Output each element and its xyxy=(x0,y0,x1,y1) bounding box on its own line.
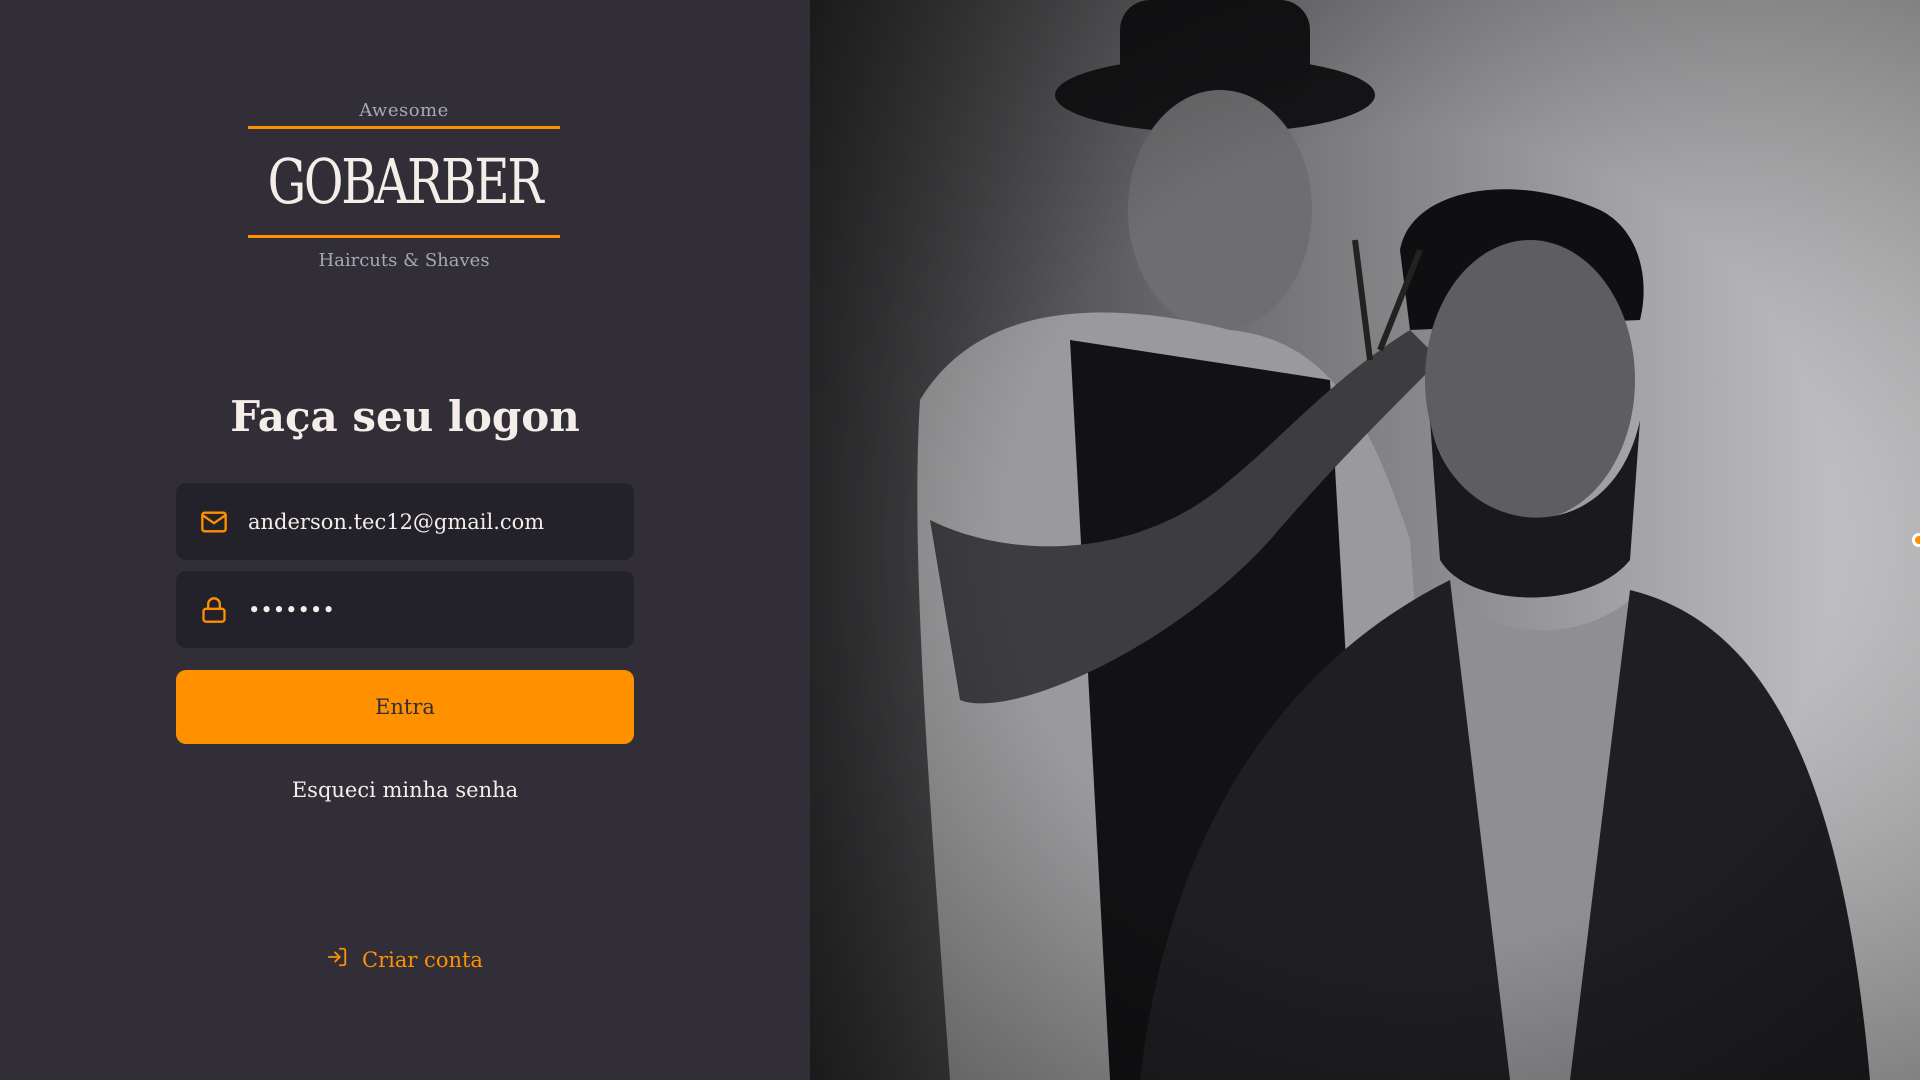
password-field[interactable] xyxy=(176,571,634,648)
mail-icon xyxy=(200,507,230,537)
login-page: Awesome GOBARBER Haircuts & Shaves Faça … xyxy=(0,0,1920,1080)
photo-vignette xyxy=(810,0,1920,1080)
logo-tagline-bottom: Haircuts & Shaves xyxy=(318,250,490,271)
logo-wordmark: GOBARBER xyxy=(267,145,543,218)
gobarber-logo: Awesome GOBARBER Haircuts & Shaves xyxy=(248,96,560,292)
edge-indicator xyxy=(1912,533,1920,547)
page-title: Faça seu logon xyxy=(230,392,580,441)
logo-tagline-top: Awesome xyxy=(359,100,449,121)
email-input[interactable] xyxy=(248,509,634,534)
create-account-link[interactable]: Criar conta xyxy=(326,946,483,973)
barbershop-photo xyxy=(810,0,1920,1080)
lock-icon xyxy=(200,595,230,625)
barber-scene-illustration xyxy=(810,0,1920,1080)
password-input[interactable] xyxy=(248,597,634,622)
login-panel: Awesome GOBARBER Haircuts & Shaves Faça … xyxy=(0,0,810,1080)
email-field[interactable] xyxy=(176,483,634,560)
create-account-label: Criar conta xyxy=(362,947,483,972)
login-button[interactable]: Entra xyxy=(176,670,634,744)
logo-wordmark-row: GOBARBER xyxy=(248,129,560,235)
log-in-icon xyxy=(326,946,348,973)
forgot-password-link[interactable]: Esqueci minha senha xyxy=(0,778,810,802)
